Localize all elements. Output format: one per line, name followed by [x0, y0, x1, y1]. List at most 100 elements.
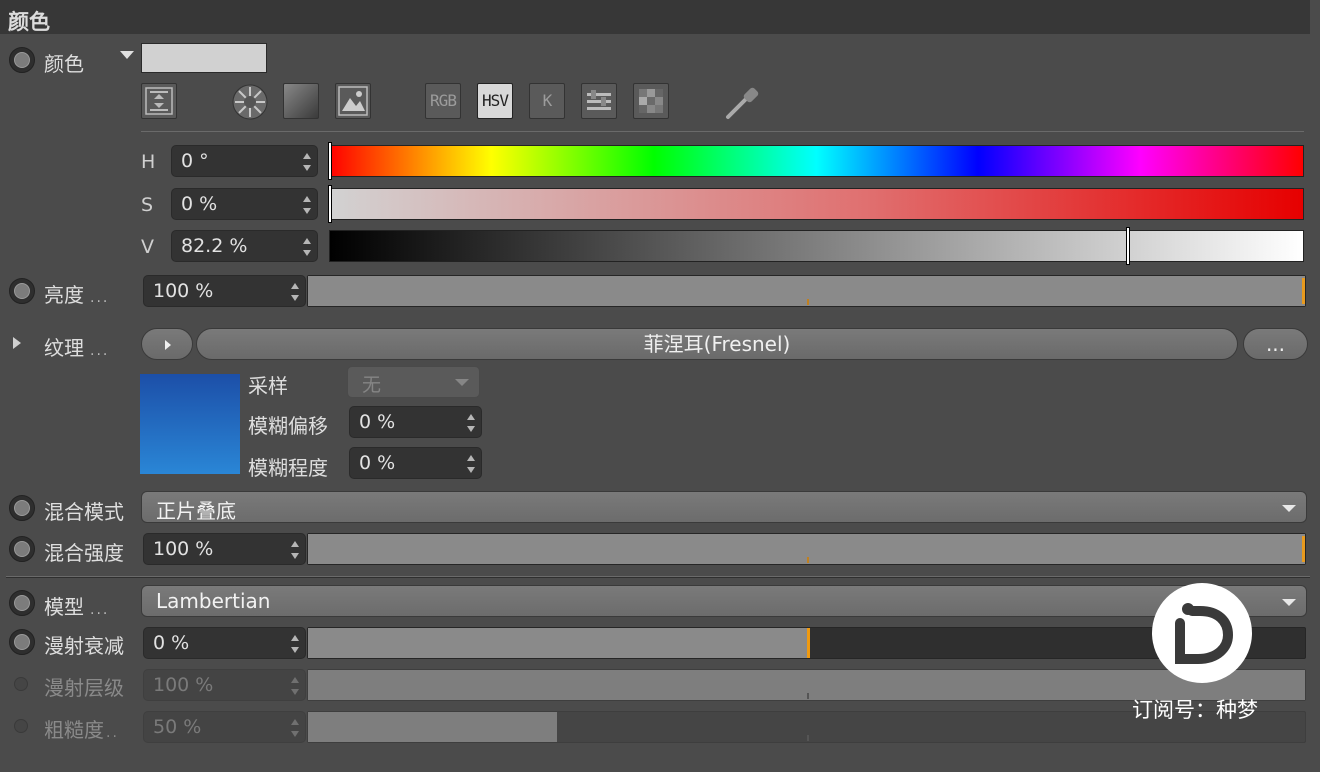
- blend-strength-slider[interactable]: [307, 533, 1306, 565]
- watermark-logo: [1152, 583, 1252, 683]
- hsv-mode-label: HSV: [482, 91, 509, 110]
- value-input[interactable]: 82.2 %: [171, 230, 318, 262]
- play-icon: [165, 340, 171, 350]
- blur-scale-value: 0 %: [359, 452, 396, 474]
- blend-mode-dropdown[interactable]: 正片叠底: [141, 491, 1307, 523]
- blend-strength-animate-radio[interactable]: [9, 536, 35, 562]
- stepper-arrows-icon[interactable]: [291, 283, 299, 301]
- rgb-mode-label: RGB: [430, 91, 457, 110]
- kelvin-mode-label: K: [542, 91, 553, 110]
- blur-scale-input[interactable]: 0 %: [349, 447, 482, 479]
- saturation-value: 0 %: [181, 193, 218, 215]
- texture-more-button[interactable]: ...: [1243, 328, 1308, 360]
- slider-center-tick: [807, 557, 809, 563]
- roughness-value: 50 %: [153, 716, 202, 738]
- stepper-arrows-icon[interactable]: [467, 414, 475, 432]
- roughness-input[interactable]: 50 %: [143, 711, 306, 743]
- radio-dot: [14, 52, 30, 68]
- diffuse-level-animate-radio[interactable]: [14, 677, 28, 691]
- radio-dot: [14, 283, 30, 299]
- radio-dot: [14, 634, 30, 650]
- texture-play-button[interactable]: [141, 328, 193, 360]
- fit-icon[interactable]: [141, 83, 177, 119]
- roughness-animate-radio[interactable]: [14, 719, 28, 733]
- texture-expand-arrow-icon[interactable]: [13, 337, 21, 349]
- stepper-arrows-icon[interactable]: [303, 196, 311, 214]
- diffuse-falloff-input[interactable]: 0 %: [143, 627, 306, 659]
- color-swatch[interactable]: [141, 43, 267, 73]
- blend-mode-animate-radio[interactable]: [9, 495, 35, 521]
- stepper-arrows-icon[interactable]: [291, 719, 299, 737]
- chevron-down-icon: [1282, 505, 1296, 512]
- stepper-arrows-icon[interactable]: [291, 677, 299, 695]
- hue-input[interactable]: 0 °: [171, 145, 318, 177]
- v-label: V: [141, 236, 154, 258]
- roughness-label-text: 粗糙度: [44, 718, 104, 742]
- blur-offset-value: 0 %: [359, 411, 396, 433]
- diffuse-level-input[interactable]: 100 %: [143, 669, 306, 701]
- saturation-slider-handle[interactable]: [328, 185, 332, 223]
- model-dropdown[interactable]: Lambertian: [141, 585, 1307, 617]
- diffuse-falloff-slider-fill: [308, 628, 807, 658]
- model-dots: ...: [90, 602, 110, 618]
- swatches-icon[interactable]: [633, 83, 669, 119]
- section-header: [0, 0, 1310, 34]
- stepper-arrows-icon[interactable]: [467, 455, 475, 473]
- diffuse-level-label: 漫射层级: [44, 676, 124, 700]
- model-animate-radio[interactable]: [9, 590, 35, 616]
- radio-dot: [14, 595, 30, 611]
- texture-shader-button[interactable]: 菲涅耳(Fresnel): [196, 328, 1238, 360]
- model-label: 模型...: [44, 591, 109, 620]
- color-label: 颜色: [44, 52, 84, 76]
- roughness-label: 粗糙度..: [44, 714, 119, 743]
- radio-dot: [14, 541, 30, 557]
- brightness-slider[interactable]: [307, 275, 1306, 307]
- diffuse-falloff-value: 0 %: [153, 632, 190, 654]
- hue-slider-handle[interactable]: [328, 142, 332, 180]
- sample-value: 无: [362, 374, 382, 396]
- kelvin-mode-button[interactable]: K: [529, 83, 565, 119]
- slider-center-tick: [807, 299, 809, 305]
- value-value: 82.2 %: [181, 235, 248, 257]
- hue-value: 0 °: [181, 150, 209, 172]
- brightness-label-text: 亮度: [44, 283, 84, 307]
- rgb-mode-button[interactable]: RGB: [425, 83, 461, 119]
- hsv-mode-button[interactable]: HSV: [477, 83, 513, 119]
- color-animate-radio[interactable]: [9, 47, 35, 73]
- diffuse-level-value: 100 %: [153, 674, 214, 696]
- blend-strength-input[interactable]: 100 %: [143, 533, 306, 565]
- texture-preview: [140, 374, 240, 474]
- diffuse-falloff-animate-radio[interactable]: [9, 629, 35, 655]
- brightness-animate-radio[interactable]: [9, 278, 35, 304]
- stepper-arrows-icon[interactable]: [303, 238, 311, 256]
- value-slider-handle[interactable]: [1126, 227, 1130, 265]
- spectrum-icon[interactable]: [283, 83, 319, 119]
- hue-slider[interactable]: [328, 142, 1304, 180]
- mixer-icon[interactable]: [581, 83, 617, 119]
- stepper-arrows-icon[interactable]: [291, 635, 299, 653]
- toolbar-divider: [141, 131, 1304, 132]
- model-label-text: 模型: [44, 595, 84, 619]
- eyedropper-icon[interactable]: [722, 83, 762, 123]
- s-label: S: [141, 194, 154, 216]
- color-wheel-icon[interactable]: [231, 83, 269, 121]
- stepper-arrows-icon[interactable]: [303, 153, 311, 171]
- stepper-arrows-icon[interactable]: [291, 541, 299, 559]
- blur-offset-input[interactable]: 0 %: [349, 406, 482, 438]
- shader-name: 菲涅耳(Fresnel): [643, 332, 791, 356]
- sample-dropdown[interactable]: 无: [347, 366, 480, 398]
- saturation-input[interactable]: 0 %: [171, 188, 318, 220]
- brightness-slider-handle[interactable]: [1302, 278, 1305, 304]
- radio-dot: [14, 500, 30, 516]
- saturation-slider[interactable]: [328, 185, 1304, 223]
- roughness-slider-fill: [308, 712, 558, 742]
- value-slider[interactable]: [329, 227, 1304, 265]
- diffuse-falloff-slider-handle[interactable]: [807, 628, 810, 658]
- image-picker-icon[interactable]: [335, 83, 371, 119]
- brightness-dots: ...: [90, 290, 110, 306]
- blend-strength-slider-handle[interactable]: [1302, 536, 1305, 562]
- blend-mode-label: 混合模式: [44, 500, 124, 524]
- brightness-input[interactable]: 100 %: [143, 275, 306, 307]
- diffuse-falloff-label: 漫射衰减: [44, 634, 124, 658]
- color-expand-triangle-icon[interactable]: [120, 51, 134, 59]
